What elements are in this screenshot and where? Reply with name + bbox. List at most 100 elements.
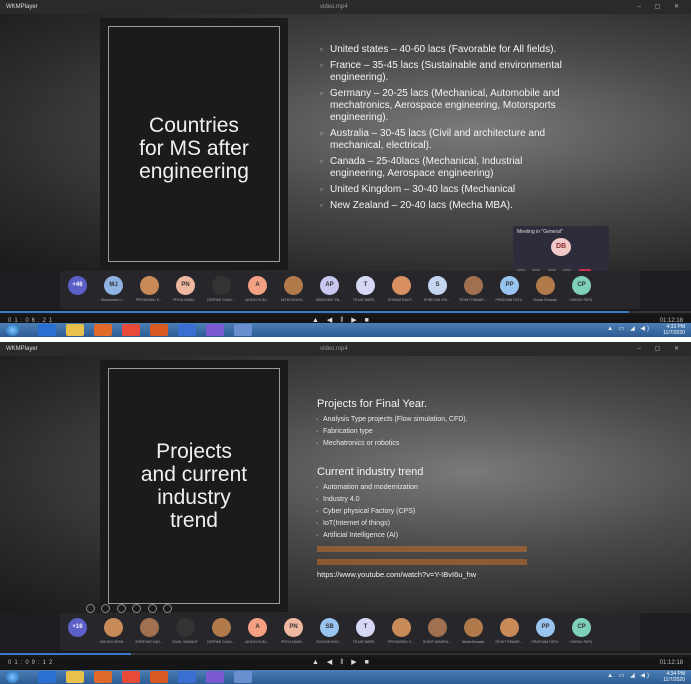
playback-buttons[interactable]: ▲◀‖▶■	[312, 657, 377, 669]
media-icon[interactable]	[94, 671, 112, 683]
file-name: video.mp4	[320, 4, 348, 10]
participant-strip: +46 MJ Mohammed J... PRIYANSHU S... PN PRIYA …	[0, 271, 691, 309]
list-item: Cyber physical Factory (CPS)	[316, 506, 418, 518]
title-line: engineering	[139, 160, 249, 183]
participant-name: SHREYAS KAD...	[135, 640, 163, 644]
participant-avatar[interactable]	[428, 618, 447, 637]
list-item: France – 35-45 lacs (Sustainable and env…	[320, 60, 567, 84]
participant-avatar[interactable]	[464, 276, 483, 295]
participant-avatar[interactable]: T	[356, 618, 375, 637]
participant-avatar[interactable]: AP	[320, 276, 339, 295]
start-icon[interactable]	[6, 671, 19, 683]
participant-name: SUYASH BHO...	[316, 640, 342, 644]
teams-icon[interactable]	[178, 324, 196, 336]
participant-avatar[interactable]	[140, 618, 159, 637]
ie-icon[interactable]	[38, 671, 56, 683]
app-icon[interactable]	[150, 671, 168, 683]
participant-avatar[interactable]: MJ	[104, 276, 123, 295]
participant-avatar[interactable]: S	[428, 276, 447, 295]
blurred-link[interactable]	[317, 559, 527, 565]
blurred-link[interactable]	[317, 546, 527, 552]
participant-avatar[interactable]	[392, 618, 411, 637]
participant-name: TEJAS BARE...	[352, 298, 378, 302]
participant-strip: +16 SAKSHI DESH... SHREYAS KAD... SAHIL SAW…	[0, 613, 691, 651]
system-tray[interactable]: ▲ ▭ ◢ ◀)	[607, 325, 651, 332]
list-item: United Kingdom – 30-40 lacs (Mechanical	[320, 184, 567, 196]
clock[interactable]: 4:34 PM 11/7/2020	[663, 671, 685, 683]
title-bar[interactable]: WKMPlayer video.mp4 – ▢ ✕	[0, 342, 691, 356]
teams-icon[interactable]	[178, 671, 196, 683]
participant-avatar[interactable]: +46	[68, 276, 87, 295]
folder-icon[interactable]	[66, 671, 84, 683]
timeline-progress	[0, 311, 629, 313]
participant-avatar[interactable]: SB	[320, 618, 339, 637]
start-icon[interactable]	[6, 324, 19, 336]
zoom-icon[interactable]	[147, 604, 157, 613]
media-icon[interactable]	[94, 324, 112, 336]
participant-avatar[interactable]: T	[356, 276, 375, 295]
participant-avatar[interactable]: CP	[572, 618, 591, 637]
participant-avatar[interactable]: PN	[176, 276, 195, 295]
participant-name: SHREYAS SHI...	[423, 298, 451, 302]
title-bar[interactable]: WKMPlayer video.mp4 – ▢ ✕	[0, 0, 691, 14]
participant-avatar[interactable]	[140, 276, 159, 295]
app-icon[interactable]	[206, 324, 224, 336]
elapsed-time: 01:09:12	[8, 660, 56, 666]
title-line: for MS after	[139, 137, 249, 160]
participant-name: Mohammed J...	[100, 298, 126, 302]
participant-avatar[interactable]: A	[248, 276, 267, 295]
participant-avatar[interactable]	[212, 276, 231, 295]
title-line: industry	[157, 486, 231, 509]
section-heading: Projects for Final Year.	[317, 398, 428, 410]
participant-name: ABHISHEK PA...	[316, 298, 342, 302]
title-line: and current	[140, 463, 248, 486]
list-item: Germany – 20-25 lacs (Mechanical, Automo…	[320, 88, 567, 124]
window-controls[interactable]: – ▢ ✕	[638, 0, 685, 14]
clock[interactable]: 4:33 PM 11/7/2020	[663, 324, 685, 336]
slide-area: Projects and current industry trend Proj…	[0, 356, 691, 631]
trend-list: Automation and modernization Industry 4.…	[316, 482, 418, 542]
video-player-window-2: WKMPlayer video.mp4 – ▢ ✕ Projects and c…	[0, 342, 691, 684]
meeting-title: Meeting in "General"	[517, 229, 563, 235]
participant-avatar[interactable]	[176, 618, 195, 637]
clock-date: 11/7/2020	[663, 677, 685, 683]
chrome-icon[interactable]	[122, 324, 140, 336]
participant-avatar[interactable]	[104, 618, 123, 637]
participant-name: CHIRAG PATIL	[569, 640, 593, 644]
participant-avatar[interactable]	[464, 618, 483, 637]
file-name: video.mp4	[320, 346, 348, 352]
app-icon[interactable]	[150, 324, 168, 336]
participant-avatar[interactable]	[284, 276, 303, 295]
participant-name: PRIYANSHU S...	[387, 640, 415, 644]
list-item: New Zealand – 20-40 lacs (Mecha MBA).	[320, 200, 567, 212]
participant-avatar[interactable]	[500, 618, 519, 637]
system-tray[interactable]: ▲ ▭ ◢ ◀)	[607, 672, 651, 679]
window-controls[interactable]: – ▢ ✕	[638, 342, 685, 356]
section-heading: Current industry trend	[317, 466, 424, 478]
slide-area: Countries for MS after engineering Unite…	[0, 14, 691, 277]
ie-icon[interactable]	[38, 324, 56, 336]
participant-avatar[interactable]	[392, 276, 411, 295]
list-item: Industry 4.0	[316, 494, 418, 506]
pointer-icon[interactable]	[86, 604, 95, 613]
app-icon[interactable]	[234, 671, 252, 683]
participant-avatar[interactable]: PP	[500, 276, 519, 295]
youtube-link[interactable]: https://www.youtube.com/watch?v=Y-IBvI6u…	[317, 570, 476, 579]
chrome-icon[interactable]	[122, 671, 140, 683]
participant-avatar[interactable]: +16	[68, 618, 87, 637]
participant-name: PRIYA NAND...	[173, 298, 197, 302]
participant-avatar[interactable]: CP	[572, 276, 591, 295]
app-icon[interactable]	[234, 324, 252, 336]
video-player-window-1: WKMPlayer video.mp4 – ▢ ✕ Countries for …	[0, 0, 691, 337]
app-name: WKMPlayer	[6, 4, 38, 10]
participant-avatar[interactable]: PP	[536, 618, 555, 637]
meeting-popup[interactable]: Meeting in "General" DB	[513, 226, 609, 277]
pen-icon[interactable]	[116, 604, 126, 613]
participant-avatar[interactable]: PN	[284, 618, 303, 637]
folder-icon[interactable]	[66, 324, 84, 336]
participant-avatar[interactable]	[536, 276, 555, 295]
app-icon[interactable]	[206, 671, 224, 683]
participant-avatar[interactable]	[212, 618, 231, 637]
participant-avatar[interactable]: A	[248, 618, 267, 637]
participant-name: PRIYANSHU S...	[135, 298, 163, 302]
